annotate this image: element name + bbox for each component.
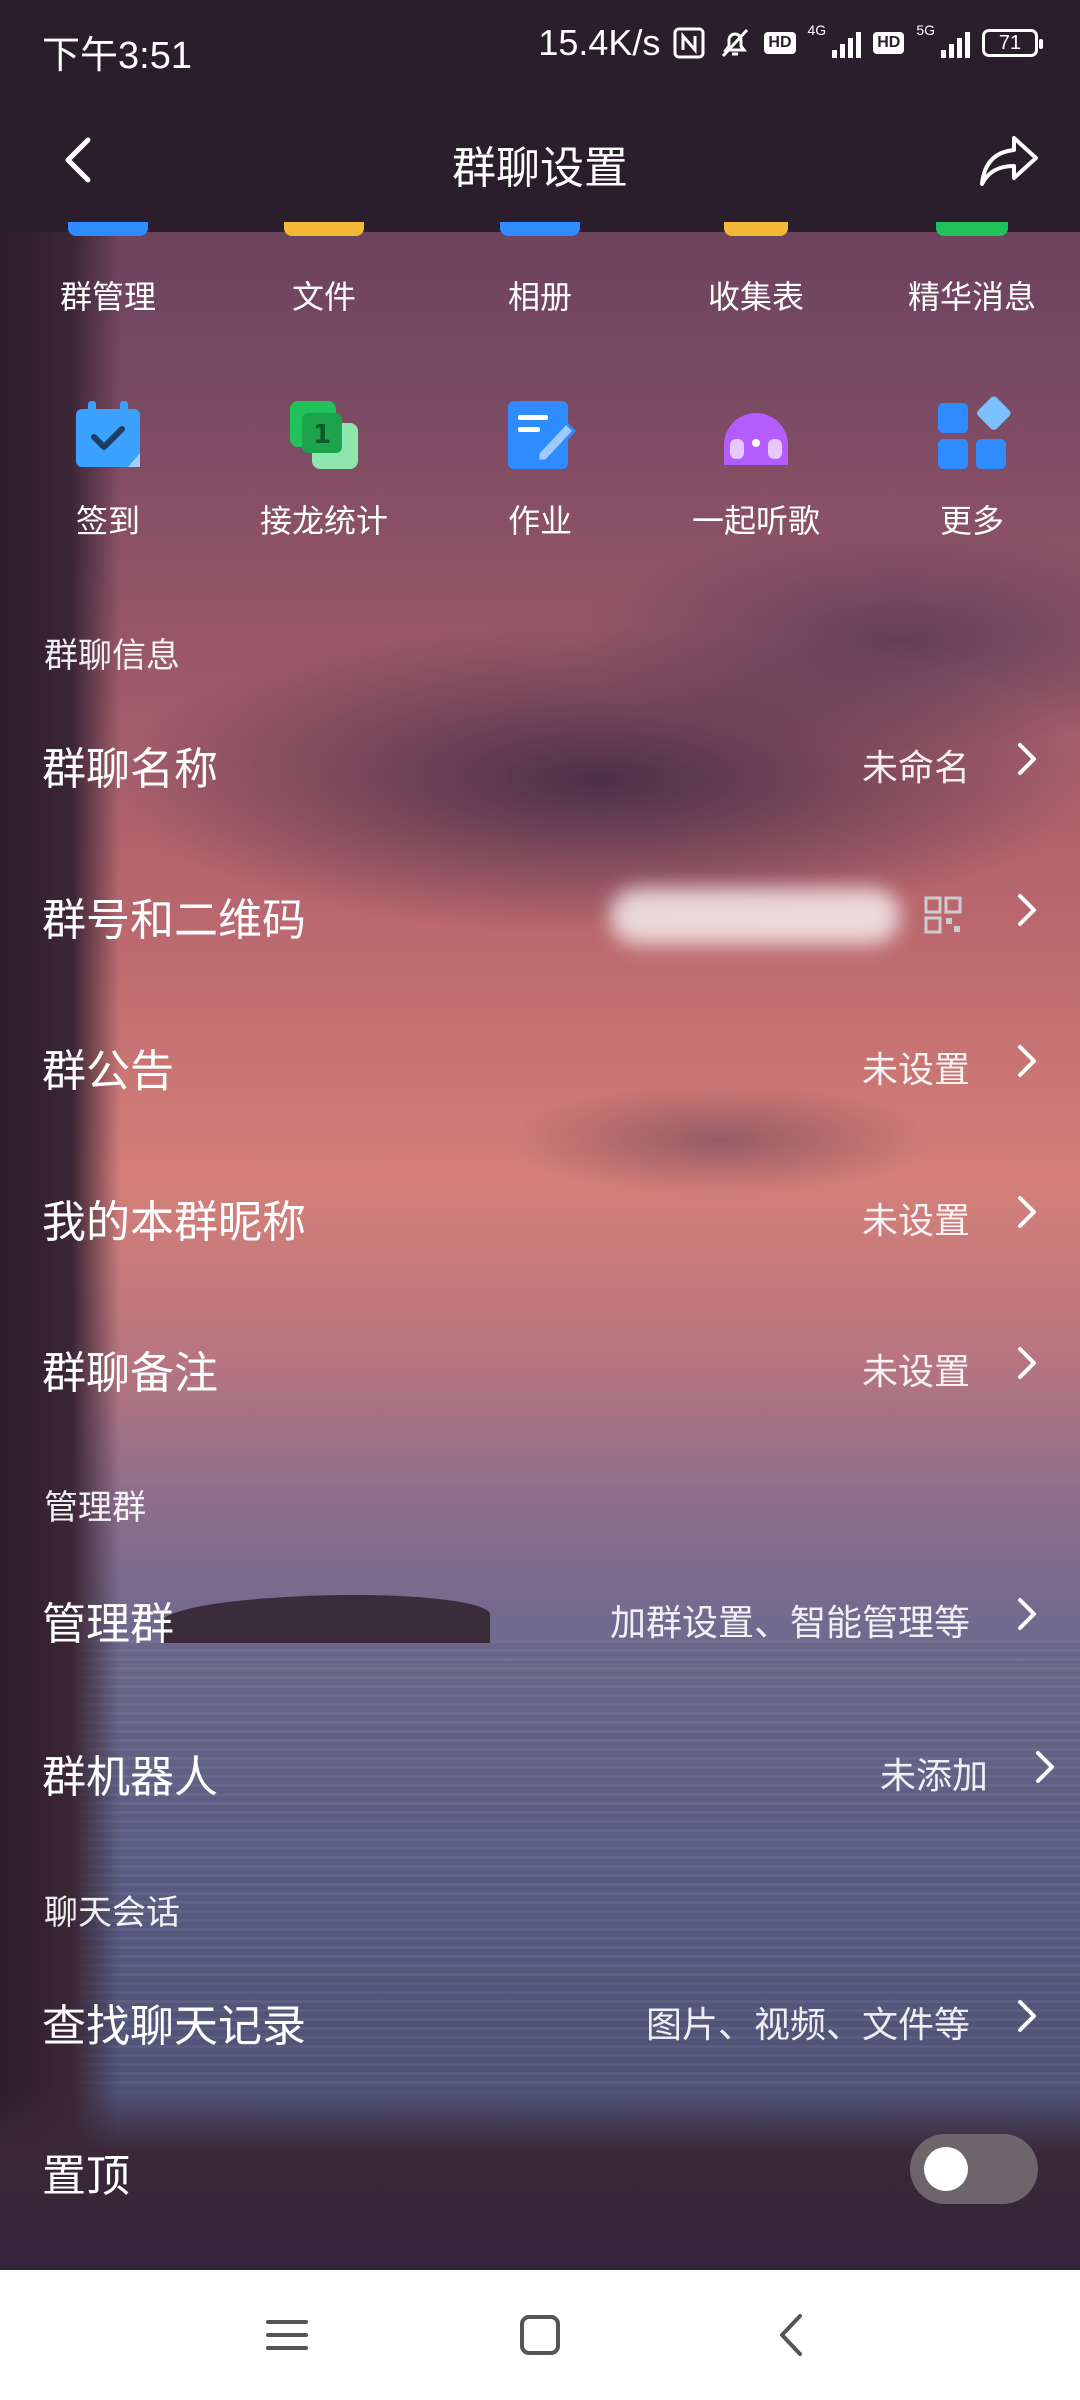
svg-text:1: 1 bbox=[313, 420, 331, 450]
signal-icon-1 bbox=[832, 28, 862, 58]
section-title-manage: 管理群 bbox=[44, 1489, 146, 1527]
row-value: 未添加 bbox=[879, 1755, 988, 1796]
row-group-remark[interactable]: 群聊备注 未设置 bbox=[0, 1299, 1080, 1429]
tool-form[interactable]: 收集表 bbox=[661, 222, 851, 318]
nfc-icon bbox=[673, 27, 705, 59]
row-label: 群聊备注 bbox=[42, 1349, 218, 1398]
album-icon bbox=[500, 222, 580, 236]
tool-label: 一起听歌 bbox=[691, 503, 820, 539]
hd-badge-2: HD bbox=[873, 32, 905, 54]
row-value: 未命名 bbox=[861, 747, 970, 788]
page-title: 群聊设置 bbox=[452, 144, 628, 193]
chevron-right-icon bbox=[1036, 1751, 1054, 1783]
tool-label: 作业 bbox=[507, 503, 572, 539]
title-bar: 群聊设置 bbox=[0, 96, 1080, 232]
row-label: 群号和二维码 bbox=[42, 896, 306, 945]
row-search-history[interactable]: 查找聊天记录 图片、视频、文件等 bbox=[0, 1952, 1080, 2082]
row-group-name[interactable]: 群聊名称 未命名 bbox=[0, 695, 1080, 825]
menu-icon[interactable] bbox=[260, 2308, 314, 2362]
row-my-nickname[interactable]: 我的本群昵称 未设置 bbox=[0, 1148, 1080, 1278]
more-grid-icon bbox=[938, 396, 1011, 469]
row-label: 置顶 bbox=[42, 2152, 130, 2201]
row-value: 未设置 bbox=[861, 1049, 970, 1090]
toggle-knob bbox=[924, 2147, 968, 2191]
tool-label: 文件 bbox=[291, 279, 356, 315]
back-icon[interactable] bbox=[766, 2308, 820, 2362]
row-group-robot[interactable]: 群机器人 未添加 bbox=[0, 1703, 1080, 1833]
row-manage-group[interactable]: 管理群 加群设置、智能管理等 bbox=[0, 1550, 1080, 1680]
network-type-1: 4G bbox=[807, 22, 827, 38]
row-label: 我的本群昵称 bbox=[42, 1198, 306, 1247]
network-type-2: 5G bbox=[916, 22, 935, 38]
pin-toggle[interactable] bbox=[910, 2134, 1038, 2204]
chevron-right-icon bbox=[1018, 1347, 1036, 1379]
tool-relay[interactable]: 1 接龙统计 bbox=[229, 395, 419, 542]
status-icons: 15.4K/s HD 4G HD 5G 71 bbox=[538, 22, 1043, 64]
form-icon bbox=[724, 222, 788, 236]
system-nav-bar bbox=[0, 2270, 1080, 2400]
tool-file[interactable]: 文件 bbox=[229, 222, 419, 318]
chevron-right-icon bbox=[1018, 894, 1036, 926]
calendar-check-icon bbox=[76, 401, 140, 467]
status-time: 下午3:51 bbox=[42, 35, 192, 77]
homework-icon bbox=[508, 401, 577, 469]
tool-label: 签到 bbox=[75, 503, 140, 539]
mute-bell-icon bbox=[722, 28, 749, 58]
row-group-notice[interactable]: 群公告 未设置 bbox=[0, 997, 1080, 1127]
tool-label: 更多 bbox=[939, 503, 1004, 539]
section-title-chat: 聊天会话 bbox=[44, 1894, 180, 1932]
row-value: 加群设置、智能管理等 bbox=[609, 1602, 970, 1643]
tool-group-manage[interactable]: 群管理 bbox=[13, 222, 203, 318]
folder-icon bbox=[284, 222, 364, 236]
row-label: 群聊名称 bbox=[42, 745, 218, 794]
tools-row-2: 签到 1 接龙统计 作业 一起听歌 更多 bbox=[0, 395, 1080, 545]
chevron-right-icon bbox=[1018, 743, 1036, 775]
tool-label: 精华消息 bbox=[907, 279, 1036, 315]
battery-level: 71 bbox=[998, 31, 1022, 54]
tool-highlight[interactable]: 精华消息 bbox=[877, 222, 1067, 318]
row-label: 群公告 bbox=[42, 1047, 174, 1096]
network-speed: 15.4K/s bbox=[538, 22, 661, 63]
row-label: 查找聊天记录 bbox=[42, 2002, 306, 2051]
qr-code-icon bbox=[924, 896, 962, 934]
tools-row-1: 群管理 文件 相册 收集表 精华消息 bbox=[0, 222, 1080, 382]
listen-together-icon bbox=[724, 413, 788, 465]
tool-homework[interactable]: 作业 bbox=[445, 395, 635, 542]
chevron-right-icon bbox=[1018, 2000, 1036, 2032]
tool-label: 接龙统计 bbox=[259, 503, 388, 539]
tool-label: 相册 bbox=[507, 279, 572, 315]
row-label: 群机器人 bbox=[42, 1753, 218, 1802]
relay-stats-icon: 1 bbox=[290, 401, 358, 469]
row-pin-top: 置顶 bbox=[0, 2102, 1080, 2232]
section-title-info: 群聊信息 bbox=[44, 637, 180, 675]
chevron-right-icon bbox=[1018, 1196, 1036, 1228]
chevron-right-icon bbox=[1018, 1045, 1036, 1077]
signal-icon-2 bbox=[941, 28, 970, 58]
row-value: 未设置 bbox=[861, 1200, 970, 1241]
highlight-message-icon bbox=[936, 222, 1008, 236]
battery-icon: 71 bbox=[982, 29, 1043, 57]
group-manage-icon bbox=[68, 222, 148, 236]
share-icon[interactable] bbox=[976, 130, 1042, 190]
tool-album[interactable]: 相册 bbox=[445, 222, 635, 318]
hd-badge-1: HD bbox=[764, 32, 796, 54]
home-icon[interactable] bbox=[513, 2308, 567, 2362]
tool-listen[interactable]: 一起听歌 bbox=[661, 395, 851, 542]
tool-label: 收集表 bbox=[707, 279, 804, 315]
group-number-blurred bbox=[610, 888, 900, 944]
tool-checkin[interactable]: 签到 bbox=[13, 395, 203, 542]
row-group-qrcode[interactable]: 群号和二维码 bbox=[0, 846, 1080, 976]
status-bar: 下午3:51 15.4K/s HD 4G HD 5G 71 bbox=[0, 0, 1080, 96]
row-value: 图片、视频、文件等 bbox=[645, 2004, 970, 2045]
row-value: 未设置 bbox=[861, 1351, 970, 1392]
tool-more[interactable]: 更多 bbox=[877, 395, 1067, 542]
chevron-right-icon bbox=[1018, 1598, 1036, 1630]
row-label: 管理群 bbox=[42, 1600, 174, 1649]
tool-label: 群管理 bbox=[59, 279, 156, 315]
